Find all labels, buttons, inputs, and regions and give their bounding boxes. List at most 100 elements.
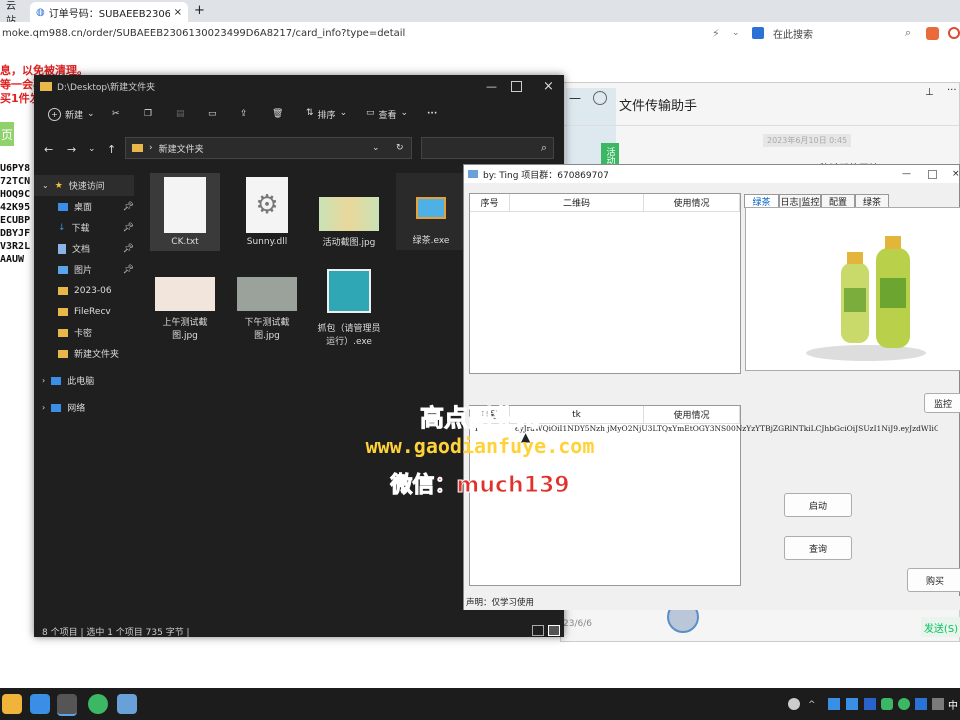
chevron-down-icon[interactable]: ⌄ [372, 143, 380, 153]
browser-menu-icon[interactable] [948, 27, 960, 39]
nav-folder-filerecv[interactable]: FileRecv [34, 301, 134, 322]
gear-file-icon: ⚙ [246, 177, 288, 233]
cut-icon[interactable]: ✂ [112, 109, 120, 119]
tray-icon[interactable] [846, 698, 858, 710]
taskbar-browser-icon[interactable] [88, 694, 108, 714]
card-codes: U6PY8 72TCN HOQ9C 42K95 ECUBP DBYJF V3R2… [0, 162, 30, 266]
buy-button[interactable]: 购买 [907, 568, 960, 592]
taskbar: ^ 中 [0, 688, 960, 720]
close-tab-icon[interactable]: × [174, 7, 182, 18]
record-icon[interactable] [593, 91, 607, 105]
nav-label: 文档 [72, 245, 91, 255]
minimize-icon[interactable]: — [486, 80, 497, 93]
tray-expand-icon[interactable]: ^ [808, 700, 816, 710]
qrcode-table: 序号 二维码 使用情况 [469, 193, 741, 374]
file-item[interactable]: 上午测试截图.jpg [150, 277, 220, 341]
folder-icon [58, 328, 68, 337]
more-icon[interactable]: ··· [947, 85, 957, 96]
search-box[interactable]: 在此搜索 [773, 26, 813, 41]
search-icon[interactable]: ⌕ [905, 26, 911, 40]
more-button[interactable]: ··· [427, 109, 437, 119]
activity-tag-label: 活动 [604, 147, 615, 165]
back-arrow-icon[interactable]: ← [44, 143, 53, 156]
paste-icon[interactable]: ▤ [176, 109, 185, 119]
browser-tab-active[interactable]: ◍ 订单号码：SUBAEEB23061300234 × [30, 2, 188, 22]
up-arrow-icon[interactable]: ↑ [107, 143, 116, 156]
delete-icon[interactable]: 🗑︎ [272, 109, 283, 119]
nav-quick-access[interactable]: ⌄ ★ 快速访问 [34, 175, 134, 196]
file-item[interactable]: 下午测试截图.jpg [232, 277, 302, 341]
page-button[interactable]: 页 [0, 122, 14, 146]
taskbar-app-icon[interactable] [2, 694, 22, 714]
file-item[interactable]: 绿茶.exe [396, 173, 466, 250]
send-button[interactable]: 发送(S) [921, 617, 960, 637]
browser-tab-previous[interactable]: 云站 [0, 1, 30, 27]
breadcrumb[interactable]: › 新建文件夹 ⌄ ↻ [125, 137, 412, 159]
file-item[interactable]: 抓包（请管理员运行）.exe [314, 257, 384, 347]
view-button[interactable]: ▭ 查看 ⌄ [366, 108, 408, 121]
refresh-icon[interactable]: ↻ [396, 143, 404, 153]
file-item[interactable]: CK.txt [150, 173, 220, 251]
nav-folder-kami[interactable]: 卡密 [34, 322, 134, 343]
tray-icon[interactable] [898, 698, 910, 710]
tab-log-monitor[interactable]: 日志|监控 [779, 194, 821, 208]
nav-desktop[interactable]: 桌面 📌︎ [34, 196, 134, 217]
nav-folder-new[interactable]: 新建文件夹 [34, 343, 134, 364]
tab-green-tea-2[interactable]: 绿茶 [855, 194, 889, 208]
taskbar-app-icon[interactable] [30, 694, 50, 714]
file-item[interactable]: ⚙ Sunny.dll [232, 177, 302, 247]
minimize-icon[interactable]: — [902, 169, 911, 179]
picture-icon [58, 265, 68, 274]
query-button[interactable]: 查询 [784, 536, 852, 560]
nav-pictures[interactable]: 图片 📌︎ [34, 259, 134, 280]
button-label: 启动 [808, 501, 827, 512]
nav-documents[interactable]: 文档 📌︎ [34, 238, 134, 259]
nav-folder-2023-06[interactable]: 2023-06 [34, 280, 134, 301]
chevron-down-icon[interactable]: ⌄ [732, 28, 740, 38]
pin-icon[interactable]: ⊥ [925, 87, 934, 98]
tab-config[interactable]: 配置 [821, 194, 855, 208]
tray-icon[interactable] [828, 698, 840, 710]
file-name: 活动截图.jpg [322, 238, 376, 248]
url-field[interactable]: moke.qm988.cn/order/SUBAEEB2306130023499… [0, 28, 702, 39]
details-view-icon[interactable] [532, 625, 544, 636]
tiles-view-icon[interactable] [548, 625, 560, 636]
file-item[interactable]: 活动截图.jpg [314, 177, 384, 248]
search-engine-icon[interactable] [752, 27, 764, 39]
copy-icon[interactable]: ❐ [144, 109, 152, 119]
close-icon[interactable]: × [952, 169, 960, 179]
ime-indicator[interactable]: 中 [948, 697, 958, 712]
taskbar-explorer-icon[interactable] [57, 694, 77, 716]
maximize-icon[interactable] [511, 80, 522, 92]
extension-icon[interactable] [926, 26, 939, 40]
share-icon[interactable]: ⇪ [240, 109, 248, 119]
tray-icon[interactable] [864, 698, 876, 710]
chevron-down-icon: ⌄ [42, 181, 49, 190]
maximize-icon[interactable] [928, 169, 937, 179]
search-input[interactable]: ⌕ [421, 137, 554, 159]
tray-wechat-icon[interactable] [881, 698, 893, 710]
tray-icon[interactable] [915, 698, 927, 710]
minimize-icon[interactable]: — [569, 91, 581, 105]
column-header-label: 二维码 [562, 199, 590, 209]
chat-date: 23/6/6 [563, 619, 592, 629]
button-label: 查询 [808, 544, 827, 555]
tab-green-tea[interactable]: 绿茶 [744, 194, 779, 208]
chevron-down-icon[interactable]: ⌄ [88, 144, 96, 154]
nav-this-pc[interactable]: › 此电脑 [34, 370, 134, 391]
address-bar: moke.qm988.cn/order/SUBAEEB2306130023499… [0, 22, 960, 45]
lightning-icon[interactable]: ⚡ [712, 27, 720, 40]
sort-button[interactable]: ⇅ 排序 ⌄ [306, 108, 347, 121]
new-item-button[interactable]: + 新建 ⌄ [48, 107, 95, 121]
plus-circle-icon: + [48, 107, 61, 121]
forward-arrow-icon[interactable]: → [67, 143, 76, 156]
chat-timestamp: 2023年6月10日 0:45 [763, 134, 852, 147]
close-icon[interactable]: × [543, 79, 554, 94]
tray-icon[interactable] [788, 698, 800, 710]
taskbar-app-icon[interactable] [117, 694, 137, 714]
chevron-right-icon: › [149, 143, 153, 153]
tray-icon[interactable] [932, 698, 944, 710]
new-tab-button[interactable]: + [194, 3, 205, 18]
rename-icon[interactable]: ▭ [208, 109, 217, 119]
nav-downloads[interactable]: ↓ 下载 📌︎ [34, 217, 134, 238]
